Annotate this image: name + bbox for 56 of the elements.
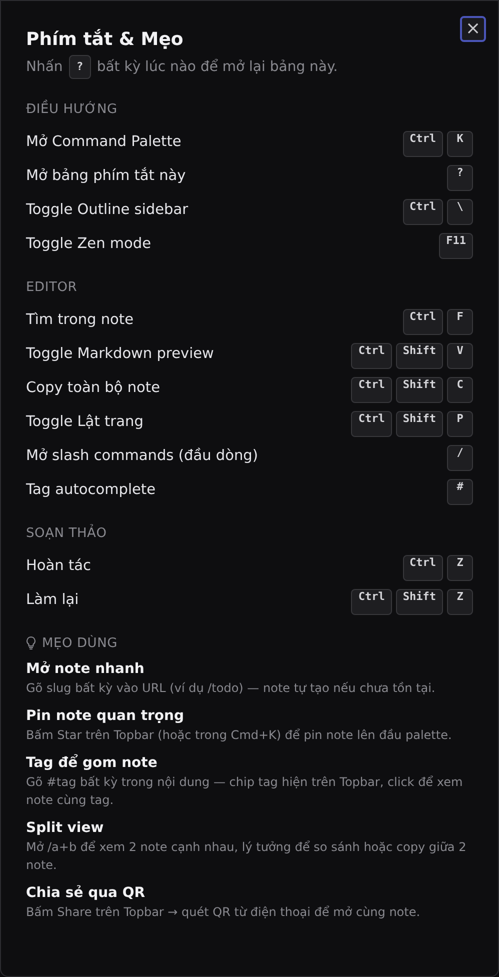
key-cap: K: [447, 131, 473, 157]
shortcut-label: Toggle Outline sidebar: [26, 202, 188, 218]
key-cap: /: [447, 445, 473, 471]
tip-description: Gõ #tag bất kỳ trong nội dung — chip tag hiện trên Topbar, click để xem note cùng tag.: [26, 774, 464, 809]
section-heading: SOẠN THẢO: [26, 526, 107, 540]
key-cap: C: [447, 377, 473, 403]
tip-title: Tag để gom note: [26, 753, 158, 773]
shortcut-label: Hoàn tác: [26, 558, 92, 574]
key-cap: Z: [447, 589, 473, 615]
key-cap: Ctrl: [402, 309, 443, 335]
lightbulb-icon: [26, 636, 36, 650]
key-cap: Shift: [396, 589, 443, 615]
subtitle-text: Nhấn: [26, 59, 63, 75]
key-cap: ?: [68, 55, 91, 79]
tip-description: Bấm Share trên Topbar → quét QR từ điện thoại để mở cùng note.: [26, 904, 422, 921]
tip-title: Chia sẻ qua QR: [26, 884, 146, 903]
section-heading: EDITOR: [26, 280, 78, 294]
key-cap: Shift: [396, 343, 443, 369]
key-cap: Ctrl: [402, 131, 443, 157]
tip-description: Mở /a+b để xem 2 note cạnh nhau, lý tưởng để so sánh hoặc copy giữa 2 note.: [26, 839, 468, 874]
key-cap: Ctrl: [402, 555, 443, 581]
section-heading: MẸO DÙNG: [42, 636, 118, 650]
shortcut-label: Toggle Zen mode: [26, 236, 152, 252]
key-cap: Z: [447, 555, 473, 581]
shortcut-label: Mở Command Palette: [26, 134, 182, 150]
key-cap: F: [447, 309, 473, 335]
tip-description: Gõ slug bất kỳ vào URL (ví dụ /todo) — note tự tạo nếu chưa tồn tại.: [26, 680, 436, 697]
shortcut-label: Toggle Lật trang: [26, 414, 144, 430]
shortcut-label: Copy toàn bộ note: [26, 380, 160, 396]
key-cap: Shift: [396, 411, 443, 437]
key-cap: ?: [447, 165, 473, 191]
subtitle-text: bất kỳ lúc nào để mở lại bảng này.: [96, 59, 338, 75]
close-button[interactable]: ×: [460, 16, 486, 42]
tip-description: Bấm Star trên Topbar (hoặc trong Cmd+K) để pin note lên đầu palette.: [26, 727, 453, 744]
shortcut-label: Mở bảng phím tắt này: [26, 168, 186, 184]
key-cap: Ctrl: [351, 411, 392, 437]
key-cap: F11: [439, 233, 473, 259]
key-cap: V: [447, 343, 473, 369]
tip-title: Mở note nhanh: [26, 660, 146, 679]
shortcut-label: Tag autocomplete: [26, 482, 156, 498]
key-cap: Shift: [396, 377, 443, 403]
shortcut-label: Mở slash commands (đầu dòng): [26, 448, 258, 464]
dialog-title: Phím tắt & Mẹo: [26, 28, 184, 52]
key-cap: Ctrl: [351, 589, 392, 615]
key-cap: \: [447, 199, 473, 225]
section-heading: ĐIỀU HƯỚNG: [26, 102, 118, 116]
key-cap: Ctrl: [402, 199, 443, 225]
shortcut-label: Làm lại: [26, 592, 79, 608]
key-cap: P: [447, 411, 473, 437]
shortcut-label: Toggle Markdown preview: [26, 346, 214, 362]
key-cap: #: [447, 479, 473, 505]
shortcut-label: Tìm trong note: [26, 312, 134, 328]
key-cap: Ctrl: [351, 377, 392, 403]
tip-title: Split view: [26, 819, 105, 838]
tip-title: Pin note quan trọng: [26, 707, 186, 726]
key-cap: Ctrl: [351, 343, 392, 369]
